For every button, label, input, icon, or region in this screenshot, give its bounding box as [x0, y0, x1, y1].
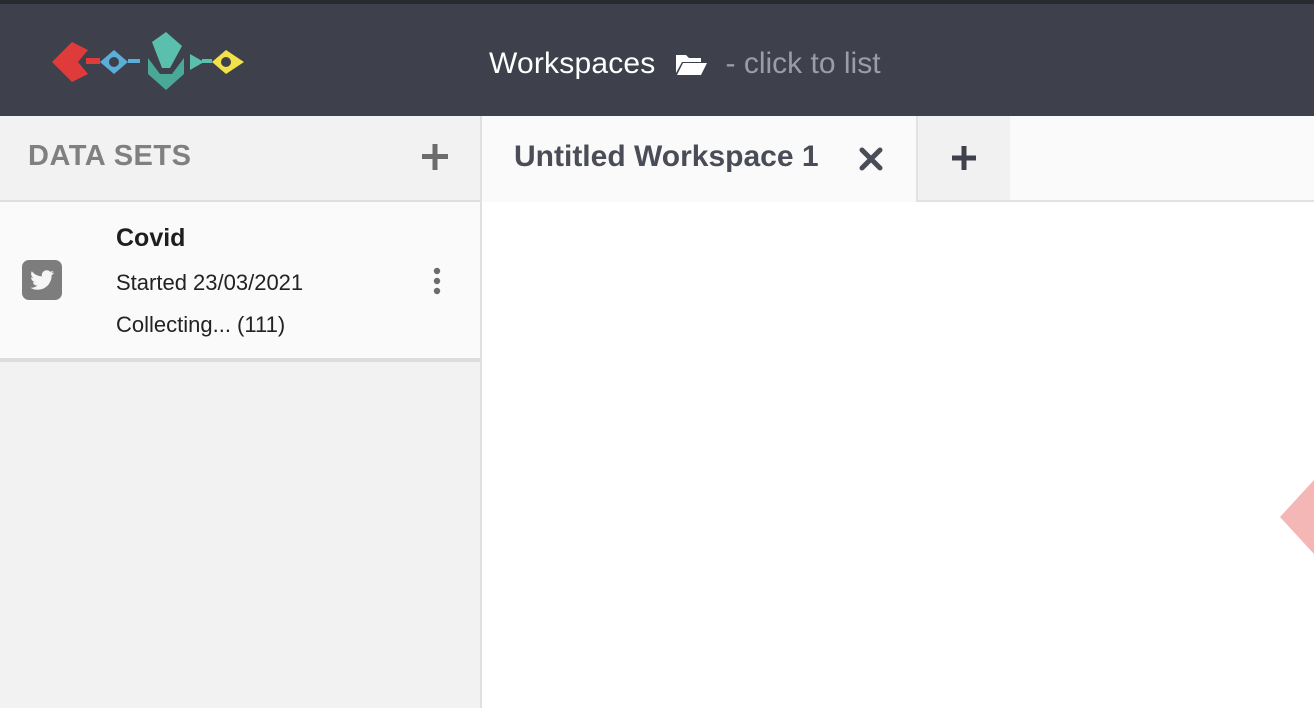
sidebar-title: DATA SETS — [28, 140, 192, 172]
workspaces-hint: - click to list — [725, 47, 881, 80]
dataset-started: Started 23/03/2021 — [116, 270, 304, 295]
dataset-status: Collecting... (111) — [116, 312, 286, 337]
plus-icon — [952, 146, 976, 170]
add-dataset-button[interactable] — [418, 140, 452, 174]
twitter-icon — [22, 260, 62, 300]
workspace-canvas[interactable] — [482, 202, 1314, 708]
background-logo-fragment-icon — [1280, 480, 1314, 554]
workspaces-title: Workspaces — [489, 47, 656, 80]
cosmos-logo-icon — [52, 32, 244, 90]
sidebar: DATA SETS Covid Started 23/03/2021 Colle… — [0, 116, 482, 708]
sidebar-header: DATA SETS — [0, 116, 480, 202]
kebab-menu-icon[interactable] — [426, 266, 448, 298]
add-tab-button[interactable] — [918, 116, 1010, 200]
tab-untitled-workspace-1[interactable]: Untitled Workspace 1 — [482, 116, 918, 202]
dataset-name: Covid — [116, 224, 186, 252]
tab-label: Untitled Workspace 1 — [514, 140, 819, 173]
close-icon[interactable] — [858, 146, 884, 172]
workspaces-toggle[interactable]: Workspaces - click to list — [489, 42, 881, 86]
workspace-tabs: Untitled Workspace 1 — [482, 116, 1314, 202]
top-bar: Workspaces - click to list — [0, 0, 1314, 116]
folder-open-icon — [675, 55, 707, 75]
dataset-item[interactable]: Covid Started 23/03/2021 Collecting... (… — [0, 202, 480, 362]
